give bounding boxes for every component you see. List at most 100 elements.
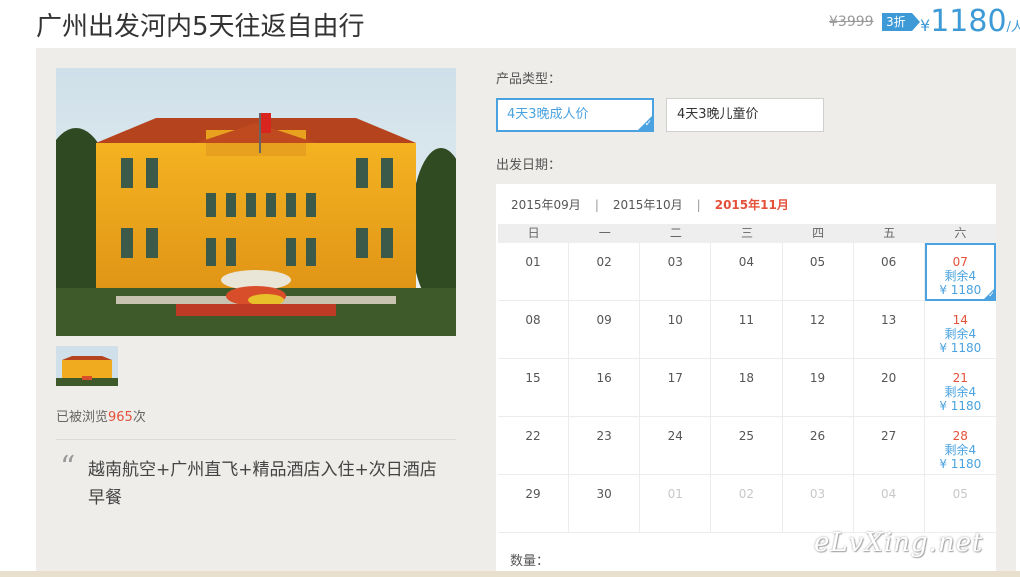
weekday-wed: 三 <box>740 226 753 240</box>
day-number: 24 <box>667 429 683 443</box>
views-number: 965 <box>108 410 133 425</box>
calendar-day: 03 <box>640 243 712 301</box>
weekday-fri: 五 <box>883 226 896 240</box>
day-price: ¥ 1180 <box>939 457 982 471</box>
calendar-day: 29 <box>498 475 570 533</box>
original-price: ¥3999 <box>829 14 874 30</box>
calendar-day[interactable]: 07 剩余4 ¥ 1180 <box>924 243 996 301</box>
calendar-day: 12 <box>783 301 854 359</box>
day-number: 03 <box>667 255 683 269</box>
view-count: 已被浏览965次 <box>56 406 146 425</box>
product-description: 越南航空+广州直飞+精品酒店入住+次日酒店早餐 <box>88 460 437 508</box>
day-number: 02 <box>596 255 612 269</box>
month-tab-oct[interactable]: 2015年10月 <box>613 196 683 213</box>
current-price: ¥1180/人 <box>920 4 1020 39</box>
day-number: 30 <box>596 487 612 501</box>
calendar-week: 22 23 24 25 26 27 28 剩余4 ¥ 1180 <box>498 417 996 475</box>
calendar-day: 04 <box>711 243 783 301</box>
calendar-grid: 01020304050607剩余4¥ 118008091011121314剩余4… <box>498 243 996 533</box>
calendar-day: 08 <box>498 301 570 359</box>
day-number: 05 <box>952 487 968 501</box>
calendar-day: 26 <box>783 417 854 475</box>
views-suffix: 次 <box>132 410 146 425</box>
check-icon <box>637 115 653 131</box>
remaining-seats: 剩余4 <box>944 327 977 341</box>
remaining-seats: 剩余4 <box>944 443 977 457</box>
bottom-strip <box>0 571 1020 577</box>
check-icon <box>981 287 996 301</box>
day-number: 11 <box>738 313 755 327</box>
calendar-day[interactable]: 28 剩余4 ¥ 1180 <box>925 417 996 475</box>
discount-badge: 3折 <box>882 13 920 31</box>
calendar-day: 24 <box>640 417 712 475</box>
calendar-day: 01 <box>498 243 570 301</box>
option-label: 4天3晚儿童价 <box>677 107 759 122</box>
option-adult-price[interactable]: 4天3晚成人价 <box>496 98 654 132</box>
calendar-day: 03 <box>783 475 854 533</box>
day-number: 28 <box>952 429 968 443</box>
calendar-week: 08 09 10 11 12 13 14 剩余4 ¥ 1180 <box>498 301 996 359</box>
day-number: 29 <box>525 487 541 501</box>
day-number: 02 <box>738 487 755 501</box>
day-number: 17 <box>667 371 683 385</box>
day-number: 06 <box>881 255 897 269</box>
calendar-day: 06 <box>854 243 925 301</box>
departure-date-label: 出发日期： <box>496 158 562 173</box>
day-number: 04 <box>738 255 755 269</box>
remaining-seats: 剩余4 <box>944 385 977 399</box>
main-photo[interactable] <box>56 68 456 336</box>
weekday-sun: 日 <box>527 226 540 240</box>
quote-icon: “ <box>60 450 76 485</box>
calendar-day: 16 <box>569 359 641 417</box>
option-child-price[interactable]: 4天3晚儿童价 <box>666 98 824 132</box>
day-price: ¥ 1180 <box>939 399 982 413</box>
calendar-week: 29 30 01 02 03 04 05 <box>498 475 996 533</box>
calendar-day: 27 <box>854 417 925 475</box>
calendar-day: 30 <box>569 475 641 533</box>
calendar-day[interactable]: 14 剩余4 ¥ 1180 <box>925 301 996 359</box>
quantity-label: 数量： <box>510 554 550 569</box>
day-number: 09 <box>596 313 612 327</box>
calendar-day: 11 <box>711 301 783 359</box>
day-number: 03 <box>809 487 826 501</box>
day-number: 10 <box>667 313 683 327</box>
weekday-mon: 一 <box>598 226 611 240</box>
product-type-label: 产品类型： <box>496 72 562 87</box>
calendar-day: 17 <box>640 359 712 417</box>
day-number: 20 <box>881 371 897 385</box>
option-label: 4天3晚成人价 <box>507 107 589 122</box>
watermark: eLvXing.net <box>814 528 984 558</box>
calendar-day: 01 <box>640 475 712 533</box>
day-number: 23 <box>596 429 612 443</box>
calendar-day: 22 <box>498 417 570 475</box>
calendar-day: 02 <box>711 475 783 533</box>
divider <box>56 439 456 440</box>
photo-thumbnail[interactable] <box>56 346 118 386</box>
month-separator: | <box>696 198 701 212</box>
day-number: 12 <box>809 313 826 327</box>
weekday-header: 日 一 二 三 四 五 六 <box>498 224 996 243</box>
calendar-day: 15 <box>498 359 570 417</box>
month-tab-sep[interactable]: 2015年09月 <box>511 196 581 213</box>
calendar-day: 04 <box>854 475 925 533</box>
calendar-day: 02 <box>569 243 641 301</box>
day-number: 21 <box>952 371 968 385</box>
product-header: 广州出发河内5天往返自由行 ¥3999 3折 ¥1180/人 <box>0 0 1020 46</box>
day-number: 14 <box>952 313 968 327</box>
page-title: 广州出发河内5天往返自由行 <box>36 12 365 42</box>
calendar-day: 05 <box>925 475 996 533</box>
month-separator: | <box>594 198 599 212</box>
weekday-sat: 六 <box>954 226 967 240</box>
departure-calendar: 2015年09月 | 2015年10月 | 2015年11月 日 一 二 三 四 五 六… <box>496 184 996 577</box>
calendar-day[interactable]: 21 剩余4 ¥ 1180 <box>925 359 996 417</box>
price-value: 1180 <box>930 4 1007 39</box>
day-number: 13 <box>881 313 897 327</box>
month-tab-nov[interactable]: 2015年11月 <box>715 196 789 213</box>
calendar-day: 23 <box>569 417 641 475</box>
calendar-week: 15 16 17 18 19 20 21 剩余4 ¥ 1180 <box>498 359 996 417</box>
day-number: 05 <box>809 255 826 269</box>
calendar-day: 18 <box>711 359 783 417</box>
day-number: 27 <box>881 429 897 443</box>
day-number: 01 <box>667 487 683 501</box>
price-unit: /人 <box>1006 20 1020 35</box>
